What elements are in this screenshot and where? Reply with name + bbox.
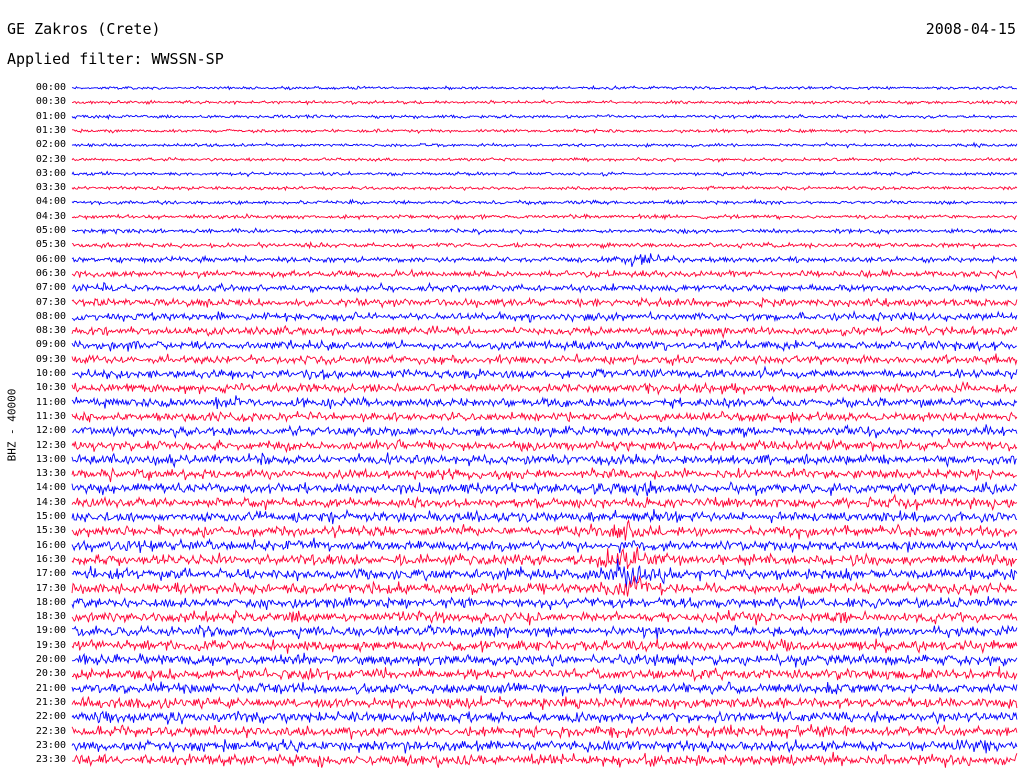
trace-1700 [71,558,1018,589]
trace-2000 [71,652,1018,668]
trace-0700 [71,281,1018,294]
trace-0330 [71,185,1018,192]
trace-0300 [71,170,1018,178]
trace-2300 [71,738,1018,754]
trace-1930 [71,638,1018,655]
trace-0930 [71,353,1018,366]
trace-0830 [71,324,1018,339]
trace-0030 [72,99,1018,106]
trace-2230 [71,724,1018,740]
trace-2100 [71,681,1018,697]
trace-1230 [71,438,1018,454]
trace-1830 [71,609,1018,626]
trace-0130 [72,128,1018,135]
trace-0200 [71,141,1018,149]
trace-1530 [71,518,1018,541]
helicorder-plot [71,84,1018,768]
trace-0100 [71,113,1017,121]
trace-1900 [71,623,1018,640]
trace-1600 [71,537,1018,554]
trace-1200 [72,424,1018,439]
trace-2200 [71,710,1018,725]
trace-0630 [71,268,1018,280]
trace-1000 [71,365,1018,381]
trace-0800 [71,310,1018,323]
trace-2330 [71,751,1018,768]
trace-1730 [71,575,1018,597]
trace-0730 [71,296,1018,309]
trace-1030 [71,380,1018,396]
trace-0900 [71,338,1017,352]
trace-0500 [71,227,1018,236]
trace-1800 [71,595,1018,611]
trace-0000 [71,84,1018,91]
trace-1100 [71,395,1018,410]
trace-0530 [71,240,1017,251]
trace-2030 [71,666,1018,683]
trace-1130 [71,410,1018,424]
trace-1500 [71,508,1018,525]
trace-0400 [71,198,1018,206]
trace-2130 [71,695,1018,710]
trace-0430 [71,213,1018,221]
trace-1430 [71,493,1018,512]
trace-1630 [71,546,1017,570]
trace-0600 [71,253,1018,267]
trace-0230 [71,156,1018,163]
trace-1300 [71,452,1018,469]
trace-1330 [71,466,1017,483]
trace-1400 [71,480,1018,497]
